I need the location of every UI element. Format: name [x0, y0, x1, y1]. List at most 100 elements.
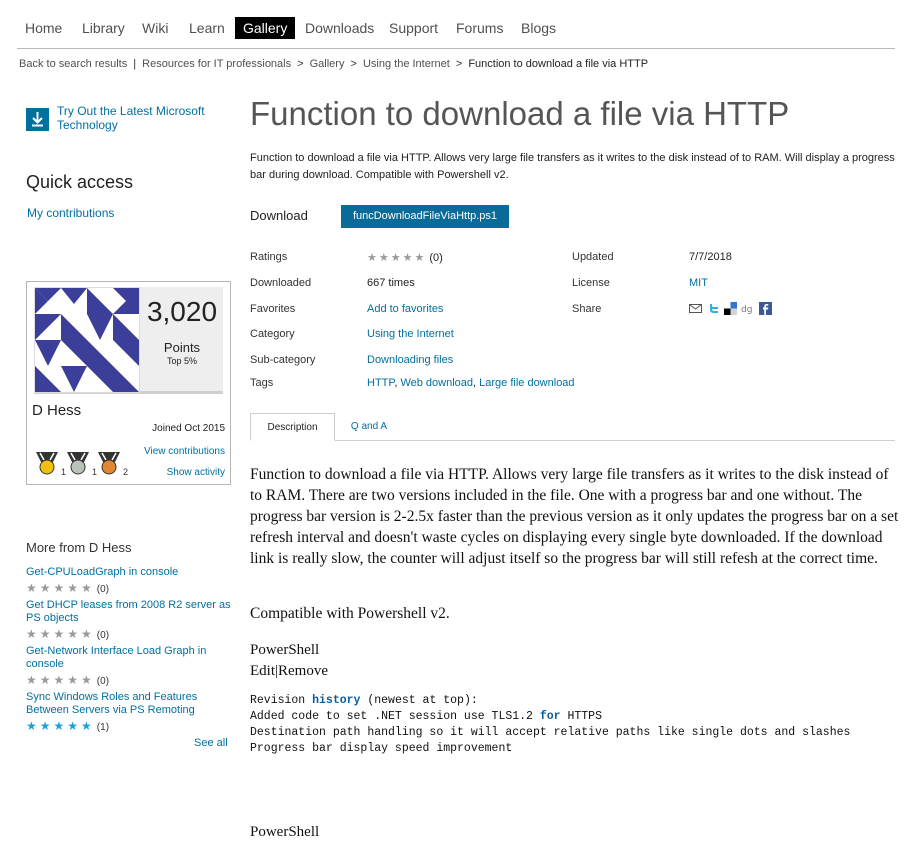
twitter-share-icon[interactable]	[707, 302, 720, 315]
tag-http[interactable]: HTTP	[367, 377, 394, 389]
ratings-count: (0)	[429, 252, 443, 264]
see-all-link[interactable]: See all	[194, 737, 228, 749]
code-text: Revision	[250, 694, 313, 707]
license-label: License	[572, 277, 610, 289]
bronze-medal-count: 2	[123, 467, 129, 477]
edit-remove-links: Edit|Remove	[250, 663, 328, 680]
more-item-link[interactable]: Get-Network Interface Load Graph in cons…	[26, 645, 206, 670]
code-text: Progress bar display speed improvement	[250, 742, 513, 755]
profile-name[interactable]: D Hess	[32, 402, 81, 419]
nav-blogs[interactable]: Blogs	[521, 17, 556, 39]
avatar[interactable]	[34, 287, 140, 393]
updated-label: Updated	[572, 251, 614, 263]
download-file-button[interactable]: funcDownloadFileViaHttp.ps1	[341, 205, 509, 228]
tags-list: HTTP, Web download, Large file download	[367, 377, 575, 389]
downloaded-label: Downloaded	[250, 277, 312, 289]
joined-date: Joined Oct 2015	[152, 423, 225, 434]
rating-stars: ★★★★★ (0)	[26, 628, 231, 642]
code-keyword: for	[539, 710, 561, 723]
code-text: Added code to set .NET session use TLS1.…	[250, 710, 540, 723]
show-activity-link[interactable]: Show activity	[167, 467, 225, 478]
edit-link[interactable]: Edit	[250, 663, 275, 679]
facebook-share-icon[interactable]	[759, 302, 772, 315]
points-rank: Top 5%	[166, 356, 198, 366]
more-item: Get-Network Interface Load Graph in cons…	[26, 645, 231, 688]
tag-web-download[interactable]: Web download	[400, 377, 473, 389]
favorites-label: Favorites	[250, 303, 296, 315]
nav-gallery[interactable]: Gallery	[235, 17, 296, 39]
code-language-label-2: PowerShell	[250, 824, 320, 840]
breadcrumb-chevron: >	[455, 58, 463, 70]
license-link[interactable]: MIT	[689, 277, 708, 289]
add-to-favorites-link[interactable]: Add to favorites	[367, 303, 443, 315]
more-item-link[interactable]: Get DHCP leases from 2008 R2 server as P…	[26, 599, 231, 624]
stars-icon: ★★★★★	[26, 673, 95, 687]
code-text: Destination path handling so it will acc…	[250, 726, 851, 739]
subcategory-link[interactable]: Downloading files	[367, 354, 453, 366]
more-from-title: More from D Hess	[26, 540, 132, 555]
gold-medal-icon	[33, 449, 61, 477]
email-share-icon[interactable]	[689, 302, 702, 315]
nav-forums[interactable]: Forums	[456, 17, 503, 39]
top-nav: Home Library Wiki Learn Gallery Download…	[17, 17, 895, 49]
stars-icon: ★★★★★	[26, 719, 95, 733]
code-block: Revision history (newest at top): Added …	[250, 693, 850, 757]
tag-large-file-download[interactable]: Large file download	[479, 377, 574, 389]
code-text: HTTPS	[560, 710, 602, 723]
stars-icon: ★★★★★	[26, 627, 95, 641]
svg-text:dg: dg	[741, 305, 752, 315]
breadcrumb-chevron: >	[297, 58, 304, 70]
code-language-label: PowerShell	[250, 642, 320, 658]
breadcrumb-gallery[interactable]: Gallery	[310, 58, 345, 70]
more-item: Sync Windows Roles and Features Between …	[26, 691, 231, 734]
breadcrumb-using-internet[interactable]: Using the Internet	[363, 58, 450, 70]
subcategory-label: Sub-category	[250, 354, 316, 366]
view-contributions-link[interactable]: View contributions	[144, 446, 225, 457]
tab-description[interactable]: Description	[250, 413, 335, 441]
nav-wiki[interactable]: Wiki	[142, 17, 168, 39]
ratings-label: Ratings	[250, 251, 288, 263]
rating-stars: ★★★★★ (0)	[26, 674, 231, 688]
updated-value: 7/7/2018	[689, 251, 732, 263]
stars-icon: ★★★★★	[26, 581, 95, 595]
tab-q-and-a[interactable]: Q and A	[341, 413, 397, 439]
code-text: (newest at top):	[360, 694, 478, 707]
content-tabs: Description Q and A	[250, 413, 895, 441]
category-link[interactable]: Using the Internet	[367, 328, 454, 340]
digg-share-icon[interactable]: dg	[741, 302, 754, 315]
compat-text: Compatible with Powershell v2.	[250, 605, 450, 622]
nav-home[interactable]: Home	[25, 17, 62, 39]
breadcrumb-it-pros[interactable]: Resources for IT professionals	[142, 58, 291, 70]
nav-downloads[interactable]: Downloads	[305, 17, 374, 39]
promo-link[interactable]: Try Out the Latest Microsoft Technology	[57, 104, 227, 132]
back-to-search-link[interactable]: Back to search results	[19, 58, 127, 70]
silver-medal-icon	[64, 449, 92, 477]
more-item: Get-CPULoadGraph in console ★★★★★ (0)	[26, 566, 231, 596]
code-keyword: history	[312, 694, 361, 707]
more-item-link[interactable]: Get-CPULoadGraph in console	[26, 566, 178, 578]
downloaded-value: 667 times	[367, 277, 415, 289]
download-arrow-icon	[26, 108, 49, 131]
rating-count: (0)	[96, 630, 110, 641]
nav-learn[interactable]: Learn	[189, 17, 225, 39]
quick-access-title: Quick access	[26, 172, 134, 192]
category-label: Category	[250, 328, 295, 340]
my-contributions-link[interactable]: My contributions	[27, 206, 114, 220]
rating-count: (1)	[96, 722, 110, 733]
breadcrumb-chevron: >	[350, 58, 357, 70]
nav-library[interactable]: Library	[82, 17, 125, 39]
ratings-value[interactable]: ★★★★★ (0)	[367, 251, 443, 264]
download-label: Download	[250, 208, 308, 223]
more-item: Get DHCP leases from 2008 R2 server as P…	[26, 599, 231, 642]
delicious-share-icon[interactable]	[724, 302, 737, 315]
rating-count: (0)	[96, 676, 110, 687]
share-label: Share	[572, 303, 602, 315]
nav-support[interactable]: Support	[389, 17, 438, 39]
remove-link[interactable]: Remove	[278, 663, 328, 679]
rating-stars: ★★★★★ (1)	[26, 720, 231, 734]
more-item-link[interactable]: Sync Windows Roles and Features Between …	[26, 691, 197, 716]
tags-label: Tags	[250, 377, 274, 389]
rating-stars: ★★★★★ (0)	[26, 582, 231, 596]
breadcrumb-current: Function to download a file via HTTP	[468, 58, 649, 70]
page-title: Function to download a file via HTTP	[250, 95, 790, 132]
